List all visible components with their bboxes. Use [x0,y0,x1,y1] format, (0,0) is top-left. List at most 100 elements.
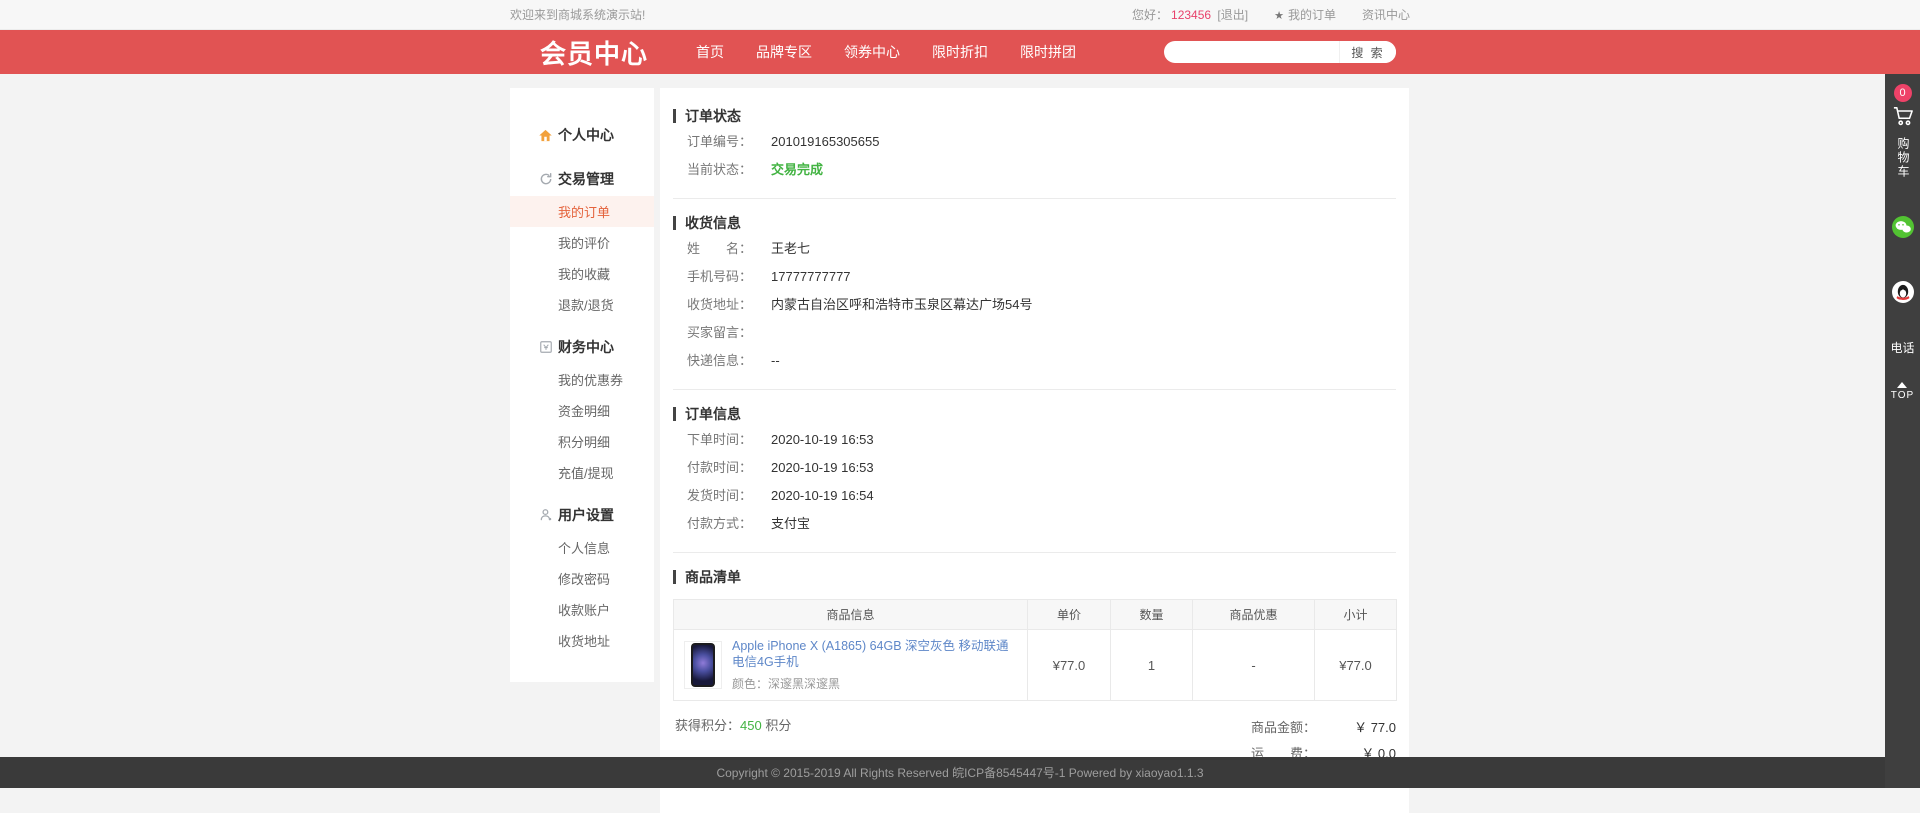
address-row: 收货地址： 内蒙古自治区呼和浩特市玉泉区幕达广场54号 [673,292,1396,317]
product-image[interactable] [684,641,722,689]
sidebar-group-settings: 用户设置 个人信息 修改密码 收款账户 收货地址 [510,498,654,656]
search-button[interactable]: 搜 索 [1339,41,1396,63]
group-title-label: 用户设置 [558,505,614,525]
sidebar-item-my-favorites[interactable]: 我的收藏 [510,258,654,289]
field-label: 订单编号： [687,129,771,154]
sidebar-item-user-settings[interactable]: 用户设置 [510,498,654,532]
field-label: 下单时间： [687,427,771,452]
arrow-up-icon [1897,382,1907,388]
back-to-top-button[interactable]: TOP [1891,382,1914,401]
section-title-order-info: 订单信息 [673,404,1396,424]
placed-time-value: 2020-10-19 16:53 [771,427,874,452]
sidebar-item-points-detail[interactable]: 积分明细 [510,426,654,457]
sidebar-group-personal: 个人中心 [510,118,654,152]
col-header-quantity: 数量 [1111,600,1193,630]
cart-count-badge: 0 [1894,84,1912,102]
search-box: 搜 索 [1164,41,1396,63]
qq-button[interactable] [1891,280,1915,309]
nav-coupon-center[interactable]: 领券中心 [844,42,900,62]
paid-time-row: 付款时间： 2020-10-19 16:53 [673,455,1396,480]
quantity-cell: 1 [1111,630,1193,701]
subtotal-cell: ¥77.0 [1315,630,1397,701]
cart-button[interactable]: 购物车 [1892,106,1914,179]
section-bar [673,109,676,123]
group-title-label: 交易管理 [558,169,614,189]
field-label: 快递信息： [687,348,771,373]
discount-cell: - [1193,630,1315,701]
field-label: 付款时间： [687,455,771,480]
total-label: 商品金额： [1251,715,1316,741]
field-label: 当前状态： [687,157,771,182]
sidebar-item-funds-detail[interactable]: 资金明细 [510,395,654,426]
phone-button[interactable]: 电话 [1890,339,1914,356]
receiver-name-value: 王老七 [771,236,810,261]
section-title-label: 订单状态 [685,106,741,126]
pay-method-value: 支付宝 [771,511,810,536]
sidebar-item-my-orders[interactable]: 我的订单 [510,196,654,227]
welcome-text: 欢迎来到商城系统演示站! [510,6,645,23]
nav-group-buy[interactable]: 限时拼团 [1020,42,1076,62]
phone-row: 手机号码： 17777777777 [673,264,1396,289]
top-label: TOP [1891,390,1914,401]
sync-icon [538,172,553,187]
goods-amount-value: ￥ 77.0 [1334,715,1396,741]
wechat-button[interactable] [1891,215,1915,244]
sidebar-item-refunds[interactable]: 退款/退货 [510,289,654,320]
sidebar-item-payment-account[interactable]: 收款账户 [510,594,654,625]
divider [673,198,1396,199]
nav-brand-zone[interactable]: 品牌专区 [756,42,812,62]
address-value: 内蒙古自治区呼和浩特市玉泉区幕达广场54号 [771,292,1032,317]
sidebar-item-my-reviews[interactable]: 我的评价 [510,227,654,258]
wechat-icon [1891,215,1915,239]
col-header-unit-price: 单价 [1028,600,1111,630]
finance-icon [538,340,553,355]
sidebar-item-my-coupons[interactable]: 我的优惠券 [510,364,654,395]
sidebar-group-finance: 财务中心 我的优惠券 资金明细 积分明细 充值/提现 [510,330,654,488]
points-unit: 积分 [762,718,792,733]
paid-time-value: 2020-10-19 16:53 [771,455,874,480]
page-footer: Copyright © 2015-2019 All Rights Reserve… [0,757,1920,788]
buyer-message-row: 买家留言： [673,320,1396,345]
sidebar-item-profile[interactable]: 个人信息 [510,532,654,563]
group-title-label: 个人中心 [558,125,614,145]
iphone-thumbnail [691,643,715,687]
user-greeting: 您好：123456 [退出] [1132,6,1248,23]
sidebar-item-personal-center[interactable]: 个人中心 [510,118,654,152]
sidebar-item-shipping-address[interactable]: 收货地址 [510,625,654,656]
site-logo[interactable]: 会员中心 [540,34,648,71]
nav-home[interactable]: 首页 [696,42,724,62]
sidebar-item-trade-management[interactable]: 交易管理 [510,162,654,196]
cart-icon [1892,106,1914,131]
field-label: 姓 名： [687,236,771,261]
section-bar [673,216,676,230]
greeting-label: 您好： [1132,8,1168,22]
search-input[interactable] [1164,41,1339,63]
phone-value: 17777777777 [771,264,851,289]
section-title-label: 收货信息 [685,213,741,233]
order-number-value: 201019165305655 [771,129,879,154]
username-link[interactable]: 123456 [1171,8,1211,22]
goods-amount-row: 商品金额： ￥ 77.0 [1251,715,1396,741]
sidebar-item-recharge-withdraw[interactable]: 充值/提现 [510,457,654,488]
my-orders-link[interactable]: ★我的订单 [1274,6,1336,23]
order-status-row: 当前状态： 交易完成 [673,157,1396,182]
main-nav: 首页 品牌专区 领券中心 限时折扣 限时拼团 [696,42,1076,62]
field-label: 付款方式： [687,511,771,536]
logout-link[interactable]: [退出] [1217,8,1248,22]
col-header-subtotal: 小计 [1315,600,1397,630]
news-center-link[interactable]: 资讯中心 [1362,6,1410,23]
divider [673,552,1396,553]
copyright-text: Copyright © 2015-2019 All Rights Reserve… [716,764,1203,781]
goods-table-row: Apple iPhone X (A1865) 64GB 深空灰色 移动联通电信4… [674,630,1397,701]
cart-label: 购物车 [1894,137,1911,179]
sidebar-item-change-password[interactable]: 修改密码 [510,563,654,594]
field-label: 发货时间： [687,483,771,508]
sidebar-item-finance-center[interactable]: 财务中心 [510,330,654,364]
col-header-discount: 商品优惠 [1193,600,1315,630]
section-title-label: 订单信息 [685,404,741,424]
order-number-row: 订单编号： 201019165305655 [673,129,1396,154]
unit-price-cell: ¥77.0 [1028,630,1111,701]
nav-flash-discount[interactable]: 限时折扣 [932,42,988,62]
top-utility-bar: 欢迎来到商城系统演示站! 您好：123456 [退出] ★我的订单 资讯中心 [0,0,1920,30]
product-title-link[interactable]: Apple iPhone X (A1865) 64GB 深空灰色 移动联通电信4… [732,638,1017,670]
